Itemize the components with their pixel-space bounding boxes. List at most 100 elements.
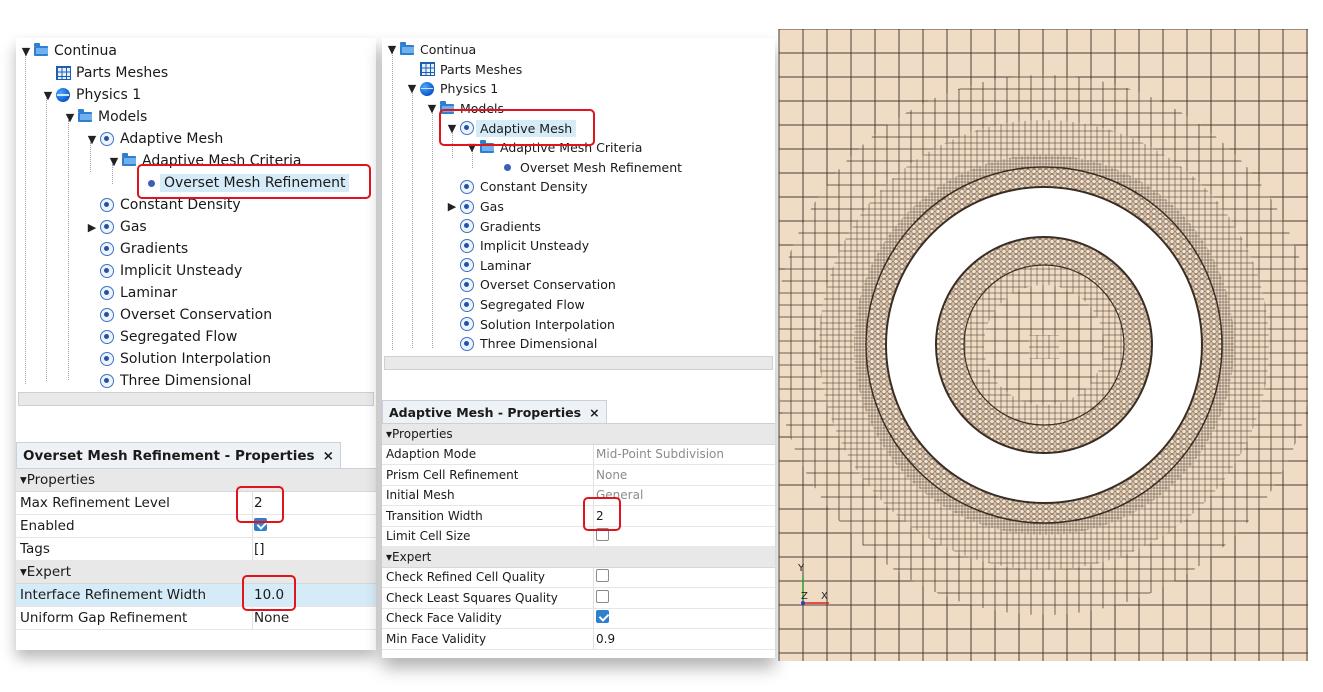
folder-icon xyxy=(122,153,136,166)
tree-node-adaptive-mesh-criteria[interactable]: ▼ Adaptive Mesh Criteria xyxy=(16,150,376,172)
tree-node-model-item[interactable]: Segregated Flow xyxy=(382,295,775,315)
folder-icon xyxy=(400,41,414,55)
tree-node-model-item[interactable]: Implicit Unsteady xyxy=(382,236,775,256)
model-icon xyxy=(100,132,114,146)
left-panel: ▼ Continua Parts Meshes ▼ Physics 1 ▼ Mo… xyxy=(16,38,376,650)
tree-node-adaptive-mesh-criteria[interactable]: ▼ Adaptive Mesh Criteria xyxy=(382,138,775,158)
tree-node-models[interactable]: ▼ Models xyxy=(382,99,775,119)
tree-node-model-item[interactable]: Gradients xyxy=(16,238,376,260)
model-icon xyxy=(460,336,474,351)
collapse-arrow-icon[interactable]: ▼ xyxy=(406,82,418,95)
tree-node-model-item[interactable]: ▶ Gas xyxy=(16,216,376,238)
tree-node-adaptive-mesh[interactable]: ▼ Adaptive Mesh xyxy=(16,128,376,150)
middle-panel: ▼ Continua Parts Meshes ▼ Physics 1 ▼ Mo… xyxy=(382,38,775,658)
tree-node-continua[interactable]: ▼ Continua xyxy=(16,40,376,62)
model-icon xyxy=(100,198,114,212)
section-expert[interactable]: ▾Expert xyxy=(382,547,775,568)
model-icon xyxy=(100,352,114,366)
collapse-arrow-icon[interactable]: ▼ xyxy=(446,122,458,135)
property-row[interactable]: Tags [] xyxy=(16,538,376,561)
model-icon xyxy=(100,374,114,388)
model-icon xyxy=(100,242,114,256)
tree-node-adaptive-mesh[interactable]: ▼ Adaptive Mesh xyxy=(382,118,775,138)
tree-node-model-item[interactable]: Overset Conservation xyxy=(16,304,376,326)
tree-node-physics[interactable]: ▼ Physics 1 xyxy=(382,79,775,99)
collapse-arrow-icon[interactable]: ▼ xyxy=(466,141,478,154)
tree-horizontal-scrollbar[interactable] xyxy=(384,356,773,370)
model-icon xyxy=(460,277,474,292)
property-row[interactable]: Adaption Mode Mid-Point Subdivision xyxy=(382,445,775,465)
tree-node-model-item[interactable]: Segregated Flow xyxy=(16,326,376,348)
properties-tab[interactable]: Adaptive Mesh - Properties × xyxy=(382,400,607,423)
tree-node-model-item[interactable]: Three Dimensional xyxy=(16,370,376,391)
property-row[interactable]: Check Refined Cell Quality xyxy=(382,568,775,588)
property-row[interactable]: Min Face Validity 0.9 xyxy=(382,629,775,650)
tree-node-continua[interactable]: ▼ Continua xyxy=(382,40,775,60)
tree-node-model-item[interactable]: Overset Conservation xyxy=(382,275,775,295)
collapse-arrow-icon[interactable]: ▼ xyxy=(20,45,32,58)
property-row[interactable]: Max Refinement Level 2 xyxy=(16,492,376,515)
folder-icon xyxy=(440,100,454,114)
expand-arrow-icon[interactable]: ▶ xyxy=(446,200,458,213)
tree-node-model-item[interactable]: ▶ Gas xyxy=(382,197,775,217)
tree-node-model-item[interactable]: Gradients xyxy=(382,216,775,236)
model-icon xyxy=(460,199,474,214)
axis-y-label: Y xyxy=(798,563,805,574)
tree-node-models[interactable]: ▼ Models xyxy=(16,106,376,128)
close-icon[interactable]: × xyxy=(589,405,599,420)
tree-node-overset-mesh-refinement[interactable]: Overset Mesh Refinement xyxy=(382,158,775,178)
model-icon xyxy=(460,258,474,273)
tree-node-model-item[interactable]: Three Dimensional xyxy=(382,334,775,353)
property-row[interactable]: Enabled xyxy=(16,515,376,538)
tree-node-model-item[interactable]: Constant Density xyxy=(382,177,775,197)
model-icon xyxy=(460,238,474,253)
physics-globe-icon xyxy=(420,81,434,96)
collapse-arrow-icon[interactable]: ▼ xyxy=(42,89,54,102)
mesh-viewport[interactable]: Y Z X xyxy=(778,29,1308,661)
property-row[interactable]: Check Least Squares Quality xyxy=(382,588,775,609)
properties-tab[interactable]: Overset Mesh Refinement - Properties × xyxy=(16,442,341,468)
property-row[interactable]: Interface Refinement Width 10.0 xyxy=(16,584,376,607)
tree-node-parts-meshes[interactable]: Parts Meshes xyxy=(16,62,376,84)
face-validity-checkbox[interactable] xyxy=(596,610,609,624)
collapse-arrow-icon[interactable]: ▼ xyxy=(108,155,120,168)
model-icon xyxy=(100,308,114,322)
section-properties[interactable]: ▾Properties xyxy=(382,424,775,445)
property-row[interactable]: Uniform Gap Refinement None xyxy=(16,607,376,630)
tree-node-physics[interactable]: ▼ Physics 1 xyxy=(16,84,376,106)
least-squares-quality-checkbox[interactable] xyxy=(596,589,609,603)
tree-node-parts-meshes[interactable]: Parts Meshes xyxy=(382,60,775,80)
property-row[interactable]: Limit Cell Size xyxy=(382,527,775,547)
property-row[interactable]: Initial Mesh General xyxy=(382,486,775,506)
tree-node-model-item[interactable]: Implicit Unsteady xyxy=(16,260,376,282)
axis-z-label: Z xyxy=(801,591,808,602)
close-icon[interactable]: × xyxy=(323,448,334,464)
tree-node-model-item[interactable]: Laminar xyxy=(16,282,376,304)
refined-cell-quality-checkbox[interactable] xyxy=(596,569,609,583)
tree-node-model-item[interactable]: Laminar xyxy=(382,256,775,276)
enabled-checkbox[interactable] xyxy=(254,517,267,531)
property-row[interactable]: Prism Cell Refinement None xyxy=(382,465,775,486)
model-icon xyxy=(460,297,474,312)
tree-node-overset-mesh-refinement[interactable]: Overset Mesh Refinement xyxy=(16,172,376,194)
tree-node-model-item[interactable]: Constant Density xyxy=(16,194,376,216)
section-expert[interactable]: ▾Expert xyxy=(16,561,376,584)
folder-icon xyxy=(78,109,92,122)
model-icon xyxy=(100,286,114,300)
section-properties[interactable]: ▾Properties xyxy=(16,469,376,492)
expand-arrow-icon[interactable]: ▶ xyxy=(86,221,98,234)
tree-node-model-item[interactable]: Solution Interpolation xyxy=(16,348,376,370)
collapse-arrow-icon[interactable]: ▼ xyxy=(86,133,98,146)
tree-horizontal-scrollbar[interactable] xyxy=(18,392,374,406)
mesh-scene xyxy=(779,29,1308,661)
model-icon xyxy=(460,317,474,332)
collapse-arrow-icon[interactable]: ▼ xyxy=(64,111,76,124)
property-row[interactable]: Check Face Validity xyxy=(382,609,775,629)
limit-cell-size-checkbox[interactable] xyxy=(596,528,609,542)
model-icon xyxy=(100,220,114,234)
tree-node-model-item[interactable]: Solution Interpolation xyxy=(382,314,775,334)
collapse-arrow-icon[interactable]: ▼ xyxy=(426,102,438,115)
collapse-arrow-icon[interactable]: ▼ xyxy=(386,43,398,56)
property-row[interactable]: Transition Width 2 xyxy=(382,506,775,527)
simulation-tree: ▼ Continua Parts Meshes ▼ Physics 1 ▼ Mo… xyxy=(16,38,376,391)
